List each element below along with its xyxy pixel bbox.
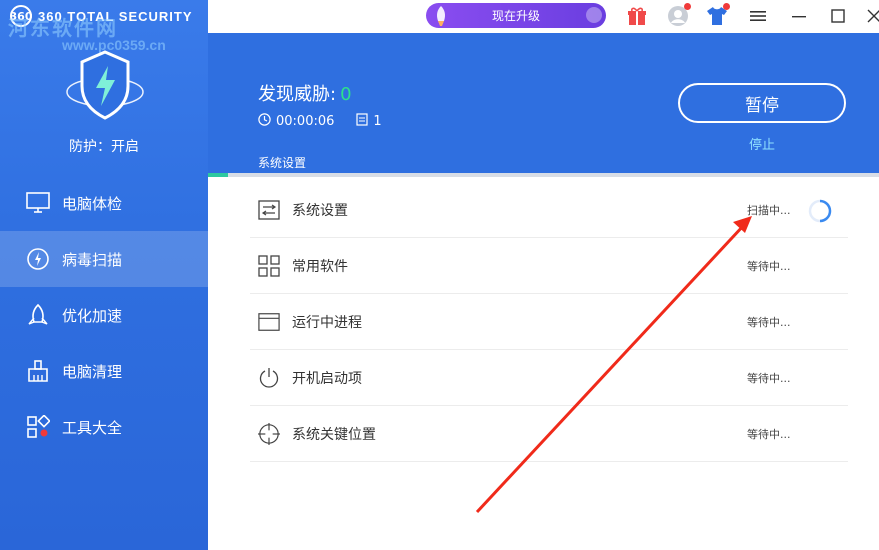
scan-item-label: 系统设置 (292, 202, 348, 219)
sidebar-item-tools[interactable]: 工具大全 (0, 399, 208, 455)
monitor-icon (26, 191, 50, 215)
scan-item-status: 等待中... (747, 427, 791, 441)
upgrade-dot-icon (586, 7, 602, 23)
scan-header: 发现威胁: 0 00:00:06 1 系统设置 暂停 停止 (208, 33, 879, 173)
scan-item-label: 系统关键位置 (292, 426, 376, 443)
scan-item-status: 等待中... (747, 315, 791, 329)
scan-item-status: 扫描中... (747, 203, 791, 217)
file-icon (356, 113, 368, 130)
scan-item-label: 常用软件 (292, 258, 348, 275)
list-item: 开机启动项 等待中... (250, 350, 848, 406)
upgrade-button[interactable]: 现在升级 (426, 3, 606, 28)
sidebar-item-label: 电脑清理 (62, 362, 123, 381)
elapsed-value: 00:00:06 (276, 114, 335, 129)
scan-item-list: 系统设置 扫描中... 常用软件 等待中... 运行中进程 等待中... 开机启… (250, 182, 848, 462)
list-item: 系统关键位置 等待中... (250, 406, 848, 462)
clock-icon (258, 113, 271, 130)
list-item: 常用软件 等待中... (250, 238, 848, 294)
upgrade-label: 现在升级 (491, 9, 540, 23)
sidebar-item-label: 病毒扫描 (62, 250, 123, 269)
current-scan-item: 系统设置 (258, 156, 307, 170)
threat-count: 0 (340, 84, 352, 105)
scanned-files: 1 (356, 113, 382, 130)
sidebar-item-checkup[interactable]: 电脑体检 (0, 175, 208, 231)
apps-grid-icon (258, 254, 280, 277)
notification-dot (723, 3, 730, 10)
sidebar-item-speedup[interactable]: 优化加速 (0, 287, 208, 343)
avatar[interactable] (667, 3, 691, 27)
stop-link[interactable]: 停止 (678, 134, 846, 153)
rocket-icon (26, 303, 50, 327)
loading-spinner-icon (808, 199, 832, 223)
sidebar-item-label: 电脑体检 (62, 194, 123, 213)
notification-dot (684, 3, 691, 10)
scan-progress-fill (208, 173, 229, 177)
minimize-icon[interactable] (788, 5, 810, 27)
threat-summary: 发现威胁: 0 (258, 80, 352, 106)
sidebar-nav: 电脑体检 病毒扫描 优化加速 电脑清理 工具大全 (0, 175, 208, 455)
power-icon (258, 367, 280, 389)
scan-item-label: 运行中进程 (292, 314, 362, 331)
scan-item-status: 等待中... (747, 259, 791, 273)
list-item: 运行中进程 等待中... (250, 294, 848, 350)
virus-scan-icon (26, 247, 50, 271)
scan-item-status: 等待中... (747, 371, 791, 385)
rocket-icon (432, 5, 450, 30)
pause-button[interactable]: 暂停 (678, 83, 846, 123)
crosshair-icon (258, 422, 280, 445)
menu-icon[interactable] (747, 5, 769, 27)
shield-icon (60, 46, 150, 126)
list-item: 系统设置 扫描中... (250, 182, 848, 238)
scan-meta: 00:00:06 1 (258, 113, 404, 130)
sidebar-item-virus-scan[interactable]: 病毒扫描 (0, 231, 208, 287)
elapsed-time: 00:00:06 (258, 113, 334, 130)
file-count: 1 (373, 114, 382, 129)
sidebar-item-cleanup[interactable]: 电脑清理 (0, 343, 208, 399)
sidebar-item-label: 工具大全 (62, 418, 123, 437)
window-icon (258, 311, 280, 333)
maximize-icon[interactable] (827, 5, 849, 27)
close-icon[interactable] (863, 5, 879, 27)
skin-shirt-icon[interactable] (706, 3, 730, 27)
scan-item-label: 开机启动项 (292, 370, 362, 387)
settings-icon (258, 199, 280, 221)
broom-icon (26, 359, 50, 383)
protection-status: 防护：开启 (69, 139, 139, 155)
title-bar: 现在升级 (208, 0, 879, 33)
sidebar-item-label: 优化加速 (62, 306, 123, 325)
sidebar: 360 360 TOTAL SECURITY 河东软件网 www.pc0359.… (0, 0, 208, 550)
gift-icon[interactable] (626, 5, 648, 27)
tools-grid-icon (26, 415, 50, 439)
threat-label: 发现威胁: (258, 84, 337, 105)
scan-progress-bar (208, 173, 879, 177)
